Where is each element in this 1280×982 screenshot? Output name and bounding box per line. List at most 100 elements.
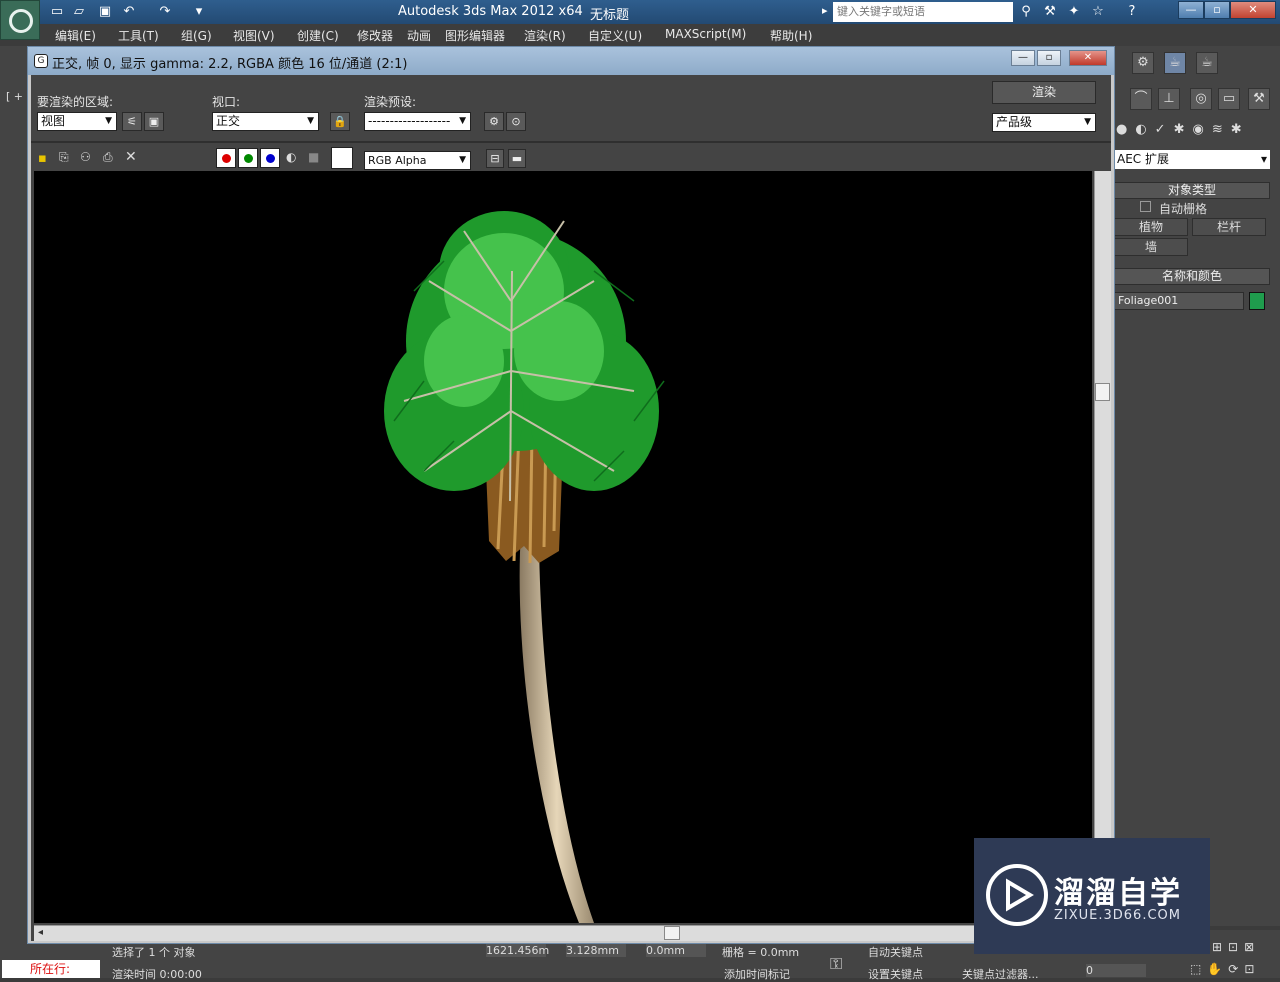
menu-maxscript[interactable]: MAXScript(M) (665, 27, 746, 41)
horizontal-scroll-thumb[interactable] (664, 926, 680, 940)
z-coordinate-field[interactable]: 0.0mm (646, 944, 706, 957)
edit-region-icon[interactable]: ⚟ (122, 112, 142, 131)
vertical-scrollbar[interactable] (1094, 171, 1111, 923)
auto-region-icon[interactable]: ▣ (144, 112, 164, 131)
menu-modifiers[interactable]: 修改器 (357, 27, 393, 44)
subscription-icon[interactable]: ✦ (1064, 3, 1084, 21)
favorites-icon[interactable]: ☆ (1088, 3, 1108, 21)
help-icon[interactable]: ? (1122, 3, 1142, 21)
quality-dropdown[interactable]: 产品级 ▼ (992, 113, 1096, 132)
y-coordinate-field[interactable]: 3.128mm (566, 944, 626, 957)
open-file-icon[interactable]: ▱ (70, 3, 88, 21)
viewport-nav-icons[interactable]: ⊞⊡⊠ (1212, 940, 1260, 954)
auto-key-button[interactable]: 自动关键点 (868, 944, 923, 960)
hierarchy-tab-icon[interactable]: ⊥ (1158, 88, 1180, 110)
key-filters-button[interactable]: 关键点过滤器... (962, 966, 1039, 982)
render-frame-icon: G (34, 54, 48, 68)
app-logo-icon[interactable] (0, 0, 40, 40)
menu-customize[interactable]: 自定义(U) (588, 27, 642, 44)
name-color-rollout[interactable]: 名称和颜色 (1114, 268, 1270, 285)
blue-channel-button[interactable] (260, 148, 280, 168)
menu-edit[interactable]: 编辑(E) (55, 27, 96, 44)
tools-icon[interactable]: ⚒ (1040, 3, 1060, 21)
redo-icon[interactable]: ↷ (156, 3, 174, 21)
x-coordinate-field[interactable]: 1621.456m (486, 944, 549, 957)
menu-help[interactable]: 帮助(H) (770, 27, 812, 44)
menu-tools[interactable]: 工具(T) (118, 27, 159, 44)
preset-dropdown[interactable]: ------------------- ▼ (364, 112, 471, 131)
scroll-left-arrow-icon[interactable]: ◂ (38, 927, 43, 938)
swatch-color[interactable] (331, 147, 353, 169)
menu-bar: 编辑(E) 工具(T) 组(G) 视图(V) 创建(C) 修改器 动画 图形编辑… (40, 24, 1280, 46)
maxscript-listener[interactable]: 所在行: (2, 960, 100, 978)
teapot-render-icon[interactable]: ☕ (1196, 52, 1218, 74)
menu-animation[interactable]: 动画 (407, 27, 431, 44)
watermark-logo: 溜溜自学 ZIXUE.3D66.COM (974, 838, 1210, 954)
viewport-dropdown[interactable]: 正交 ▼ (212, 112, 319, 131)
modify-tab-icon[interactable]: ⌒ (1130, 88, 1152, 110)
save-image-icon[interactable]: ▪ (38, 151, 47, 166)
rf-maximize-button[interactable]: ▫ (1037, 50, 1061, 66)
render-canvas[interactable] (34, 171, 1092, 923)
copy-image-icon[interactable]: ⎘ (59, 150, 69, 165)
create-category-icons[interactable]: ●◐✓✱◉≋✱ (1116, 122, 1250, 137)
close-button[interactable]: ✕ (1230, 1, 1276, 19)
object-type-rollout[interactable]: 对象类型 (1114, 182, 1270, 199)
motion-tab-icon[interactable]: ◎ (1190, 88, 1212, 110)
watermark-url: ZIXUE.3D66.COM (1054, 908, 1181, 923)
print-icon[interactable]: ⎙ (103, 150, 113, 165)
object-color-swatch[interactable] (1249, 292, 1265, 310)
red-channel-button[interactable] (216, 148, 236, 168)
render-frame-icon[interactable]: ☕ (1164, 52, 1186, 74)
toggle-ui-overlay-icon[interactable]: ⊟ (486, 149, 504, 168)
selection-status: 选择了 1 个 对象 (112, 946, 196, 959)
key-icon[interactable]: ⚿ (830, 954, 842, 974)
render-setup-icon-rf[interactable]: ⚙ (484, 112, 504, 131)
app-title: Autodesk 3ds Max 2012 x64 (398, 4, 583, 19)
maximize-button[interactable]: ▫ (1204, 1, 1230, 19)
clone-frame-icon[interactable]: ⚇ (80, 150, 91, 164)
frame-field[interactable]: 0 (1086, 964, 1146, 977)
minimize-button[interactable]: — (1178, 1, 1204, 19)
qa-dropdown-icon[interactable]: ▾ (190, 3, 208, 21)
add-time-tag[interactable]: 添加时间标记 (724, 966, 790, 982)
render-button[interactable]: 渲染 (992, 81, 1096, 104)
search-expand-icon[interactable]: ▸ (822, 4, 828, 17)
wall-button[interactable]: 墙 (1114, 238, 1188, 256)
vertical-scroll-thumb[interactable] (1095, 383, 1110, 401)
utilities-tab-icon[interactable]: ⚒ (1248, 88, 1270, 110)
render-setup-icon[interactable]: ⚙ (1132, 52, 1154, 74)
object-name-field[interactable]: Foliage001 (1114, 292, 1244, 310)
viewport-label-icon[interactable]: [ + (6, 90, 23, 103)
undo-icon[interactable]: ↶ (120, 3, 138, 21)
menu-group[interactable]: 组(G) (181, 27, 212, 44)
search-input[interactable]: 键入关键字或短语 (833, 2, 1013, 22)
lock-viewport-icon[interactable]: 🔒 (330, 112, 350, 131)
binoculars-icon[interactable]: ⚲ (1016, 3, 1036, 21)
alpha-channel-icon[interactable]: ◐ (286, 150, 296, 164)
display-tab-icon[interactable]: ▭ (1218, 88, 1240, 110)
menu-graph-editors[interactable]: 图形编辑器 (445, 27, 505, 44)
save-icon[interactable]: ▣ (96, 3, 114, 21)
foliage-button[interactable]: 植物 (1114, 218, 1188, 236)
category-dropdown[interactable]: AEC 扩展 ▾ (1114, 150, 1270, 169)
set-key-label[interactable]: 设置关键点 (868, 966, 923, 982)
clear-icon[interactable]: ✕ (125, 149, 137, 165)
railing-button[interactable]: 栏杆 (1192, 218, 1266, 236)
rf-close-button[interactable]: ✕ (1069, 50, 1107, 66)
menu-views[interactable]: 视图(V) (233, 27, 275, 44)
area-dropdown[interactable]: 视图 ▼ (37, 112, 117, 131)
watermark-title: 溜溜自学 (1054, 876, 1182, 911)
horizontal-scrollbar[interactable]: ◂ (34, 925, 1092, 941)
channel-dropdown[interactable]: RGB Alpha ▼ (364, 151, 471, 170)
menu-create[interactable]: 创建(C) (297, 27, 339, 44)
monochrome-icon[interactable]: ■ (308, 150, 319, 164)
autogrid-checkbox[interactable] (1140, 201, 1151, 212)
new-file-icon[interactable]: ▭ (48, 3, 66, 21)
environment-icon[interactable]: ⊙ (506, 112, 526, 131)
rf-minimize-button[interactable]: — (1011, 50, 1035, 66)
green-channel-button[interactable] (238, 148, 258, 168)
toggle-ui-icon[interactable]: ▬ (508, 149, 526, 168)
viewport-pan-icons[interactable]: ⬚✋⟳⊡ (1190, 962, 1260, 976)
menu-rendering[interactable]: 渲染(R) (524, 27, 566, 44)
